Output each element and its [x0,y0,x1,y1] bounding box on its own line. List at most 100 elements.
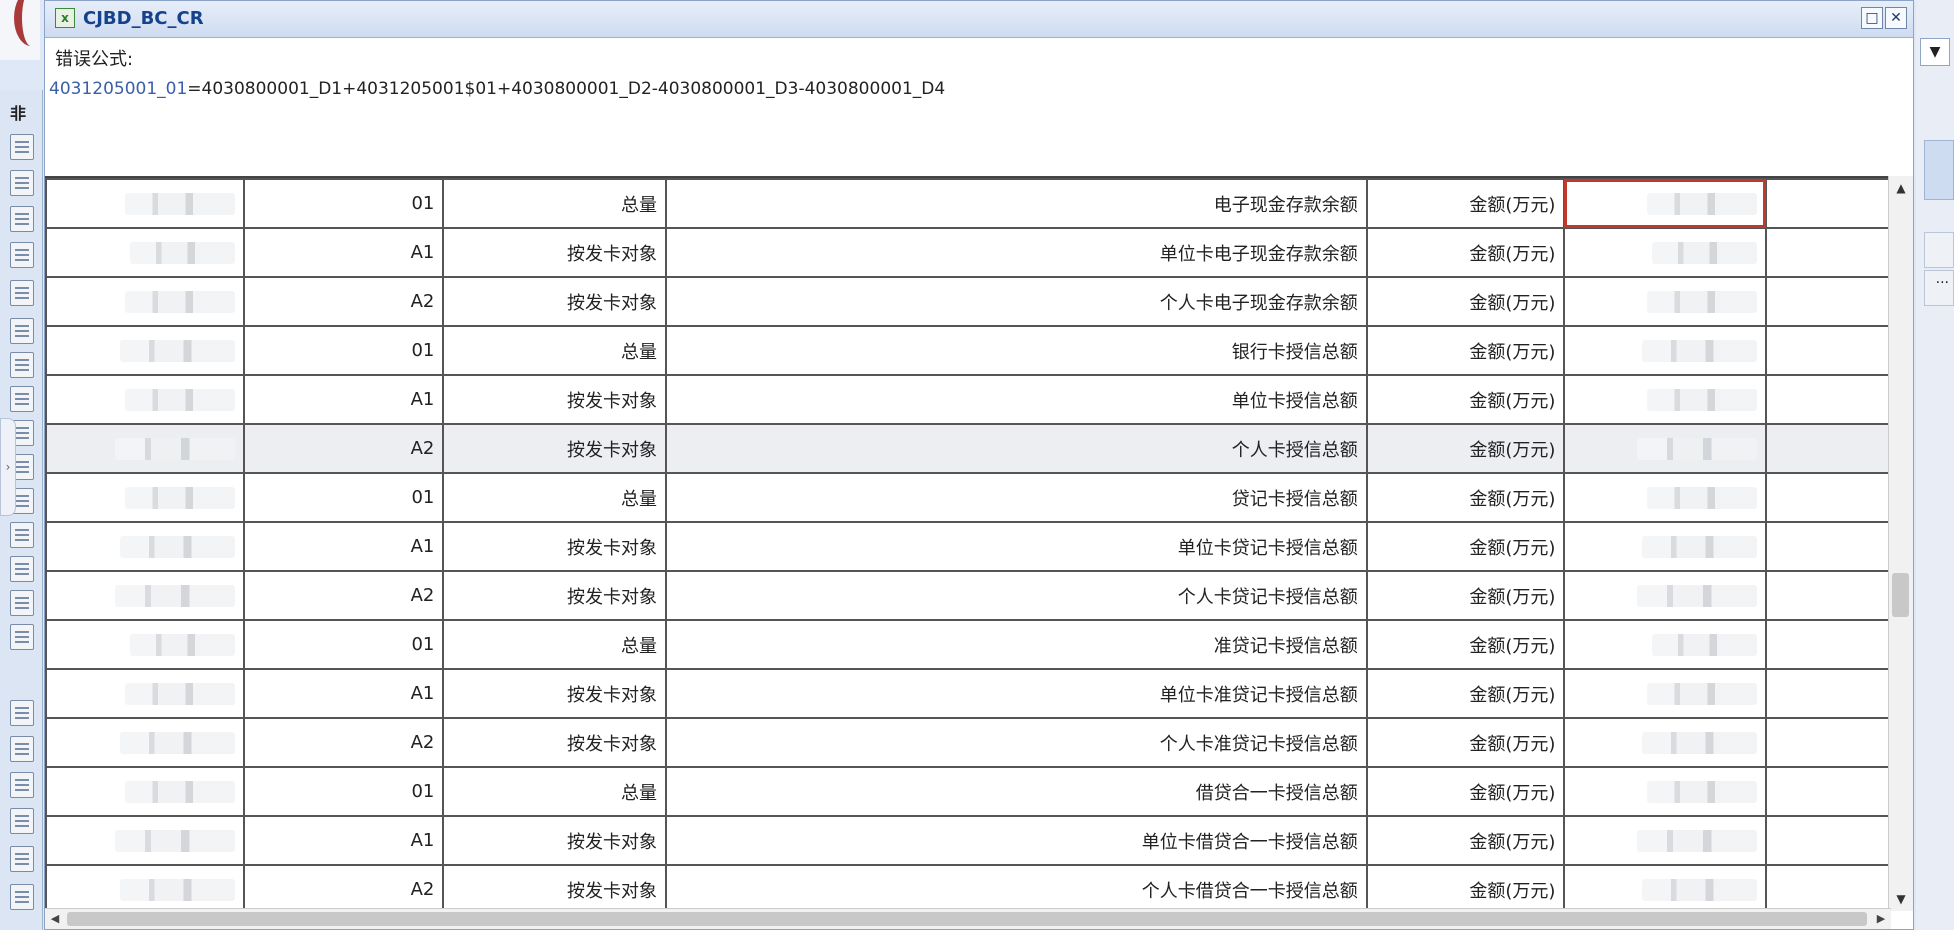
empty-cell[interactable] [1765,227,1891,278]
dimension-name-cell[interactable]: 按发卡对象 [442,374,668,425]
table-row[interactable]: 4031300001 A1 按发卡对象 单位卡授信总额 金额(万元) [45,374,1891,425]
dimension-name-cell[interactable]: 按发卡对象 [442,521,668,572]
validate-icon[interactable] [10,772,34,798]
unit-cell[interactable]: 金额(万元) [1365,374,1566,425]
indicator-name-cell[interactable]: 个人卡借贷合一卡授信总额 [665,864,1368,913]
value-cell[interactable] [1563,374,1768,425]
empty-cell[interactable] [1765,864,1891,913]
indicator-name-cell[interactable]: 贷记卡授信总额 [665,472,1368,523]
empty-cell[interactable] [1765,178,1891,229]
maximize-button[interactable]: □ [1861,7,1883,29]
value-cell[interactable] [1563,325,1768,376]
indicator-code-cell[interactable]: 4031205001 [45,227,245,278]
indicator-name-cell[interactable]: 个人卡贷记卡授信总额 [665,570,1368,621]
value-cell[interactable] [1563,619,1768,670]
checklist-icon[interactable] [10,170,34,196]
empty-cell[interactable] [1765,766,1891,817]
table-row[interactable]: 4031300001 A2 按发卡对象 个人卡授信总额 金额(万元) [45,423,1891,474]
indicator-name-cell[interactable]: 借贷合一卡授信总额 [665,766,1368,817]
value-cell[interactable] [1563,668,1768,719]
dimension-name-cell[interactable]: 按发卡对象 [442,815,668,866]
dimension-name-cell[interactable]: 按发卡对象 [442,717,668,768]
empty-cell[interactable] [1765,668,1891,719]
close-button[interactable]: ✕ [1885,7,1907,29]
dialog-titlebar[interactable]: x CJBD_BC_CR □ ✕ [45,1,1913,38]
value-cell[interactable] [1563,864,1768,913]
indicator-code-cell[interactable]: 4031301 [45,472,245,523]
dimension-name-cell[interactable]: 总量 [442,178,668,229]
table-row[interactable]: 4031301001 A1 按发卡对象 单位卡贷记卡授信总额 金额(万元) [45,521,1891,572]
dimension-code-cell[interactable]: 01 [242,325,445,376]
vertical-scroll-thumb[interactable] [1892,573,1909,617]
dimension-code-cell[interactable]: A1 [242,227,445,278]
unit-cell[interactable]: 金额(万元) [1365,766,1566,817]
table-row[interactable]: 4031303001 A1 按发卡对象 单位卡借贷合一卡授信总额 金额(万元) [45,815,1891,866]
unit-cell[interactable]: 金额(万元) [1365,325,1566,376]
value-cell[interactable] [1563,178,1768,229]
horizontal-scrollbar[interactable]: ◀ ▶ [45,908,1891,929]
table-row[interactable]: 4031303001 A2 按发卡对象 个人卡借贷合一卡授信总额 金额(万元) [45,864,1891,913]
indicator-name-cell[interactable]: 单位卡贷记卡授信总额 [665,521,1368,572]
indicator-code-cell[interactable]: 4031302001 [45,668,245,719]
report-settings-icon[interactable] [10,134,34,160]
background-dropdown-button[interactable]: ▼ [1920,38,1950,66]
dimension-code-cell[interactable]: A2 [242,717,445,768]
unit-cell[interactable]: 金额(万元) [1365,864,1566,913]
value-cell[interactable] [1563,521,1768,572]
indicator-name-cell[interactable]: 单位卡准贷记卡授信总额 [665,668,1368,719]
document-icon[interactable] [10,386,34,412]
empty-cell[interactable] [1765,423,1891,474]
empty-cell[interactable] [1765,276,1891,327]
value-cell[interactable] [1563,227,1768,278]
unit-cell[interactable]: 金额(万元) [1365,521,1566,572]
dimension-code-cell[interactable]: 01 [242,619,445,670]
empty-cell[interactable] [1765,521,1891,572]
dimension-code-cell[interactable]: A1 [242,815,445,866]
unit-cell[interactable]: 金额(万元) [1365,570,1566,621]
empty-cell[interactable] [1765,570,1891,621]
empty-cell[interactable] [1765,325,1891,376]
unit-cell[interactable]: 金额(万元) [1365,815,1566,866]
document-icon[interactable] [10,590,34,616]
indicator-name-cell[interactable]: 个人卡电子现金存款余额 [665,276,1368,327]
dimension-name-cell[interactable]: 总量 [442,325,668,376]
indicator-name-cell[interactable]: 单位卡电子现金存款余额 [665,227,1368,278]
unit-cell[interactable]: 金额(万元) [1365,276,1566,327]
scroll-right-icon[interactable]: ▶ [1871,909,1891,929]
table-row[interactable]: 4031205001 A1 按发卡对象 单位卡电子现金存款余额 金额(万元) [45,227,1891,278]
value-cell[interactable] [1563,570,1768,621]
dimension-name-cell[interactable]: 按发卡对象 [442,276,668,327]
scroll-down-icon[interactable]: ▼ [1889,887,1913,911]
indicator-code-cell[interactable]: 4031303001 [45,766,245,817]
dimension-code-cell[interactable]: A1 [242,668,445,719]
indicator-code-cell[interactable]: 4031300001 [45,325,245,376]
document-icon[interactable] [10,624,34,650]
table-row[interactable]: 4031205001 01 总量 电子现金存款余额 金额(万元) [45,178,1891,229]
empty-cell[interactable] [1765,815,1891,866]
dimension-code-cell[interactable]: A2 [242,423,445,474]
unit-cell[interactable]: 金额(万元) [1365,227,1566,278]
indicator-code-cell[interactable]: 4031303001 [45,815,245,866]
dimension-name-cell[interactable]: 按发卡对象 [442,668,668,719]
dimension-name-cell[interactable]: 总量 [442,766,668,817]
value-cell[interactable] [1563,276,1768,327]
document-icon[interactable] [10,318,34,344]
formula-target-cell[interactable]: 4031205001_01 [49,79,187,99]
dimension-name-cell[interactable]: 总量 [442,619,668,670]
dimension-code-cell[interactable]: 01 [242,472,445,523]
table-row[interactable]: 4031301001 A2 按发卡对象 个人卡贷记卡授信总额 金额(万元) [45,570,1891,621]
document-icon[interactable] [10,522,34,548]
dimension-code-cell[interactable]: 01 [242,766,445,817]
document-icon[interactable] [10,280,34,306]
indicator-code-cell[interactable]: 4031205001 [45,178,245,229]
dimension-name-cell[interactable]: 总量 [442,472,668,523]
unit-cell[interactable]: 金额(万元) [1365,178,1566,229]
unit-cell[interactable]: 金额(万元) [1365,717,1566,768]
empty-cell[interactable] [1765,472,1891,523]
indicator-code-cell[interactable]: 4031302001 [45,717,245,768]
indicator-name-cell[interactable]: 准贷记卡授信总额 [665,619,1368,670]
table-row[interactable]: 4031302001 01 总量 准贷记卡授信总额 金额(万元) [45,619,1891,670]
indicator-code-cell[interactable]: 4031302001 [45,619,245,670]
empty-cell[interactable] [1765,374,1891,425]
background-panel-tab[interactable] [1924,140,1954,200]
